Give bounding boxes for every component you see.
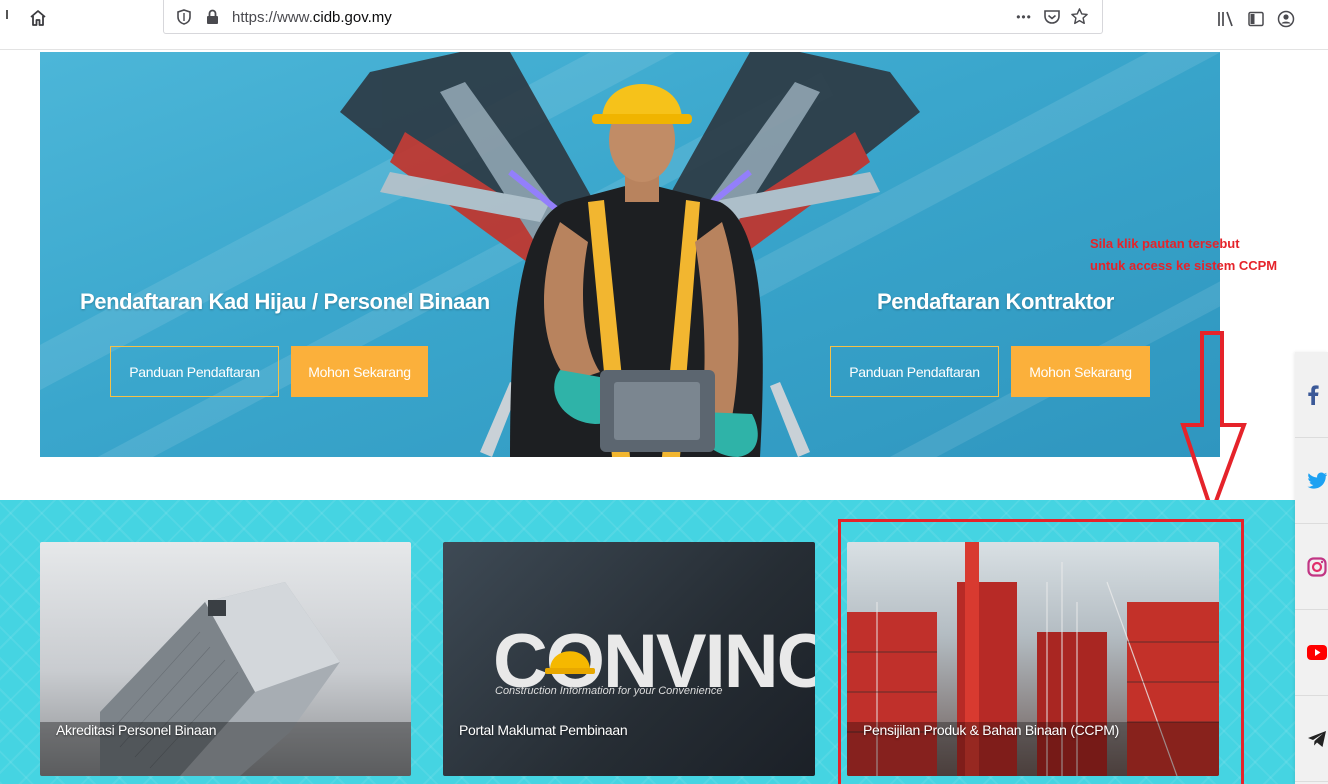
url-text[interactable]: https://www.cidb.gov.my: [232, 9, 392, 26]
account-icon[interactable]: [1274, 8, 1298, 30]
url-prefix: https://www.: [232, 9, 313, 26]
hero-banner: Pendaftaran Kad Hijau / Personel Binaan …: [40, 52, 1220, 457]
twitter-icon: [1307, 472, 1328, 489]
hero-title-green-card: Pendaftaran Kad Hijau / Personel Binaan: [80, 289, 490, 314]
instagram-icon: [1307, 556, 1327, 577]
helmet-logo-icon: [545, 651, 595, 674]
annotation-highlight-box: [838, 519, 1244, 784]
building-photo: [40, 582, 411, 776]
annotation-line-2: untuk access ke sistem CCPM: [1090, 258, 1278, 273]
telegram-link[interactable]: [1295, 696, 1328, 782]
green-card-guide-button[interactable]: Panduan Pendaftaran: [110, 346, 279, 397]
tracking-shield-icon[interactable]: [174, 6, 194, 28]
facebook-icon: [1308, 384, 1319, 405]
library-icon[interactable]: [1214, 8, 1238, 30]
twitter-link[interactable]: [1295, 438, 1328, 524]
contractor-apply-button[interactable]: Mohon Sekarang: [1011, 346, 1150, 397]
convince-logo-tagline: Construction Information for your Conven…: [495, 685, 723, 697]
page: https://www.cidb.gov.my ••• Pendaftaran …: [0, 0, 1328, 784]
green-card-apply-button[interactable]: Mohon Sekarang: [291, 346, 428, 397]
hero-title-contractor: Pendaftaran Kontraktor: [877, 289, 1114, 314]
more-dots-label: •••: [1016, 10, 1032, 24]
contractor-guide-button[interactable]: Panduan Pendaftaran: [830, 346, 999, 397]
youtube-icon: [1307, 645, 1327, 660]
facebook-link[interactable]: [1295, 352, 1328, 438]
card-label-accreditation: Akreditasi Personel Binaan: [56, 722, 217, 738]
youtube-link[interactable]: [1295, 610, 1328, 696]
url-host: cidb.gov.my: [312, 9, 392, 26]
padlock-icon[interactable]: [202, 6, 222, 28]
card-label-convince: Portal Maklumat Pembinaan: [459, 722, 628, 738]
card-accreditation[interactable]: Akreditasi Personel Binaan: [40, 542, 411, 776]
more-dots-icon[interactable]: •••: [1012, 6, 1036, 28]
instagram-link[interactable]: [1295, 524, 1328, 610]
browser-toolbar: https://www.cidb.gov.my •••: [0, 0, 1328, 50]
pocket-icon[interactable]: [1040, 6, 1064, 28]
annotation-arrow-icon: [1180, 331, 1247, 519]
telegram-icon: [1308, 730, 1326, 747]
card-convince-portal[interactable]: CONVINCE Construction Information for yo…: [443, 542, 815, 776]
bookmark-star-icon[interactable]: [1067, 5, 1091, 27]
annotation-note: Sila klik pautan tersebut untuk access k…: [1090, 233, 1277, 277]
url-bar[interactable]: https://www.cidb.gov.my •••: [163, 0, 1103, 34]
sidebar-icon[interactable]: [1244, 8, 1268, 30]
home-icon[interactable]: [26, 6, 50, 30]
annotation-line-1: Sila klik pautan tersebut: [1090, 236, 1240, 251]
toolbar-edge-mark: [6, 10, 8, 19]
social-sidebar: [1295, 352, 1328, 784]
